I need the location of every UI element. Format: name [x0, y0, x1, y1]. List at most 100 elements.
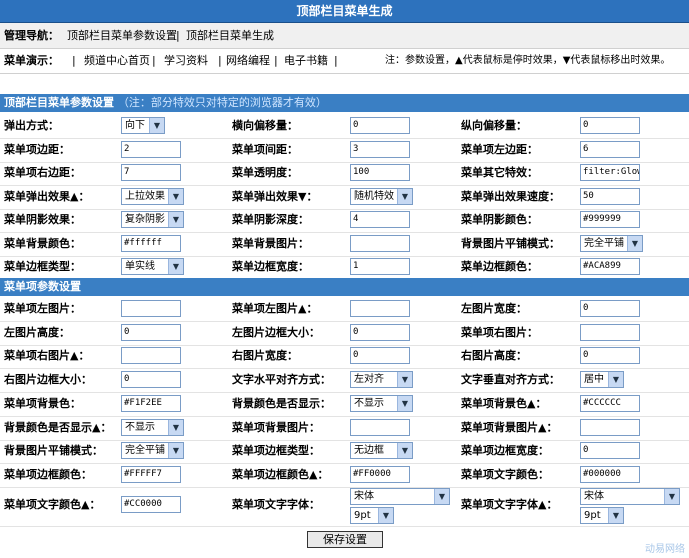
form-row: 菜单阴影效果： 复杂阴影 ▼ 菜单阴影深度： 4 菜单阴影颜色： #999999	[0, 208, 689, 233]
field-label: 背景颜色是否显示：	[232, 396, 331, 410]
select-value: 9pt	[354, 510, 371, 521]
select-field[interactable]: 完全平铺 ▼	[580, 234, 643, 252]
select-field[interactable]: 向下 ▼	[121, 117, 165, 134]
chevron-down-icon: ▼	[168, 212, 183, 227]
field-label: 背景颜色是否显示▲：	[4, 420, 112, 434]
text-input[interactable]	[580, 418, 640, 436]
text-input[interactable]	[121, 347, 181, 365]
demo-separator: |	[218, 54, 222, 67]
text-input[interactable]: #CCCCCC	[580, 394, 640, 412]
select-field[interactable]: 复杂阴影 ▼	[121, 211, 184, 228]
field-label: 菜单项左图片：	[4, 302, 81, 315]
field-label: 菜单边框颜色：	[461, 260, 538, 273]
text-input[interactable]: 1	[350, 258, 410, 275]
chevron-down-icon: ▼	[378, 508, 393, 523]
text-input[interactable]: #999999	[580, 211, 640, 228]
save-settings-button[interactable]: 保存设置	[307, 531, 383, 548]
text-input[interactable]: 7	[121, 164, 181, 181]
text-input[interactable]: 0	[580, 442, 640, 460]
select-field[interactable]: 无边框 ▼	[350, 442, 413, 460]
text-input[interactable]	[121, 300, 181, 317]
form-row: 弹出方式： 向下 ▼ 横向偏移量： 0 纵向偏移量： 0	[0, 114, 689, 139]
text-input[interactable]: 100	[350, 164, 410, 181]
demo-menu-item-programming[interactable]: 网络编程	[226, 49, 270, 73]
text-input[interactable]: 0	[121, 323, 181, 341]
field-label: 菜单项背景色▲：	[461, 396, 547, 410]
select-field[interactable]: 完全平铺 ▼	[121, 442, 184, 460]
nav-link-generate[interactable]: 顶部栏目菜单生成	[186, 23, 274, 48]
text-input[interactable]: 0	[350, 323, 410, 341]
font-family-select[interactable]: 宋体 ▼	[350, 488, 450, 505]
field-label: 菜单项边框类型：	[232, 444, 320, 458]
field-label: 菜单阴影颜色：	[461, 213, 538, 226]
text-input[interactable]: #FFFFF7	[121, 465, 181, 483]
select-value: 宋体	[584, 491, 604, 502]
text-input[interactable]: #F1F2EE	[121, 394, 181, 412]
field-label: 右图片边框大小：	[4, 373, 92, 387]
select-field[interactable]: 左对齐 ▼	[350, 371, 413, 389]
form-row: 背景颜色是否显示▲： 不显示 ▼ 菜单项背景图片： 菜单项背景图片▲：	[0, 416, 689, 441]
text-color-hover-input[interactable]: #CC0000	[121, 496, 181, 513]
demo-label: 菜单演示：	[4, 54, 59, 67]
field-label: 菜单弹出效果速度：	[461, 189, 560, 203]
font-size-select[interactable]: 9pt ▼	[350, 507, 394, 524]
nav-link-settings[interactable]: 顶部栏目菜单参数设置	[67, 23, 177, 48]
text-input[interactable]: #FF0000	[350, 465, 410, 483]
font-size-hover-select[interactable]: 9pt ▼	[580, 507, 624, 524]
select-value: 复杂阴影	[125, 214, 165, 225]
text-input[interactable]: 50	[580, 187, 640, 205]
text-input[interactable]	[350, 418, 410, 436]
select-field[interactable]: 居中 ▼	[580, 371, 624, 389]
chevron-down-icon: ▼	[664, 489, 679, 504]
field-label: 菜单项左边距：	[461, 142, 538, 156]
text-input[interactable]: filter:Glow	[580, 164, 640, 181]
select-field[interactable]: 随机特效 ▼	[350, 187, 413, 205]
text-input[interactable]	[580, 323, 640, 341]
select-field[interactable]: 上拉效果 ▼	[121, 187, 184, 205]
section-note: （注：部分特效只对特定的浏览器才有效）	[117, 96, 327, 109]
field-label: 菜单背景颜色：	[4, 236, 81, 250]
chevron-down-icon: ▼	[397, 372, 412, 388]
demo-menu-item-ebooks[interactable]: 电子书籍	[284, 49, 328, 73]
demo-menu-item-learning[interactable]: 学习资料	[164, 49, 208, 73]
text-input[interactable]: #ffffff	[121, 234, 181, 252]
text-input[interactable]: 0	[350, 347, 410, 365]
field-label: 菜单项文字字体：	[232, 498, 320, 511]
text-input[interactable]	[350, 234, 410, 252]
text-input[interactable]: 0	[121, 371, 181, 389]
chevron-down-icon: ▼	[149, 118, 164, 133]
chevron-down-icon: ▼	[397, 443, 412, 459]
chevron-down-icon: ▼	[627, 235, 642, 251]
text-input[interactable]: 3	[350, 140, 410, 158]
form-row: 右图片边框大小： 0 文字水平对齐方式： 左对齐 ▼ 文字垂直对齐方式： 居中 ▼	[0, 368, 689, 394]
text-input[interactable]: 0	[580, 117, 640, 134]
select-value: 随机特效	[354, 190, 394, 202]
text-input[interactable]: #ACA899	[580, 258, 640, 275]
chevron-down-icon: ▼	[608, 508, 623, 523]
field-label: 文字水平对齐方式：	[232, 373, 331, 387]
text-input[interactable]	[350, 300, 410, 317]
demo-menu-item-channel-home[interactable]: 频道中心首页	[84, 49, 150, 73]
text-input[interactable]: 0	[580, 347, 640, 365]
field-label: 菜单项文字字体▲：	[461, 498, 558, 511]
text-input[interactable]: #000000	[580, 465, 640, 483]
text-input[interactable]: 4	[350, 211, 410, 228]
chevron-down-icon: ▼	[168, 443, 183, 459]
chevron-down-icon: ▼	[608, 372, 623, 388]
text-input[interactable]: 2	[121, 140, 181, 158]
select-field[interactable]: 不显示 ▼	[121, 418, 184, 436]
menu-demo-row: 菜单演示： | 频道中心首页 | 学习资料 | 网络编程 | 电子书籍 | 注：…	[0, 49, 689, 74]
font-family-hover-select[interactable]: 宋体 ▼	[580, 488, 680, 505]
chevron-down-icon: ▼	[168, 188, 183, 204]
section-title: 菜单项参数设置	[4, 280, 81, 293]
select-field[interactable]: 不显示 ▼	[350, 394, 413, 412]
text-input[interactable]: 6	[580, 140, 640, 158]
text-input[interactable]: 0	[350, 117, 410, 134]
select-field[interactable]: 单实线 ▼	[121, 258, 184, 275]
field-label: 菜单项边框颜色▲：	[232, 467, 329, 481]
text-input[interactable]: 0	[580, 300, 640, 317]
field-label: 菜单阴影深度：	[232, 213, 309, 226]
field-label: 菜单阴影效果：	[4, 213, 81, 226]
form-row: 菜单项边框颜色： #FFFFF7 菜单项边框颜色▲： #FF0000 菜单项文字颜色： #…	[0, 463, 689, 488]
section-header-item-params: 菜单项参数设置	[0, 278, 689, 296]
